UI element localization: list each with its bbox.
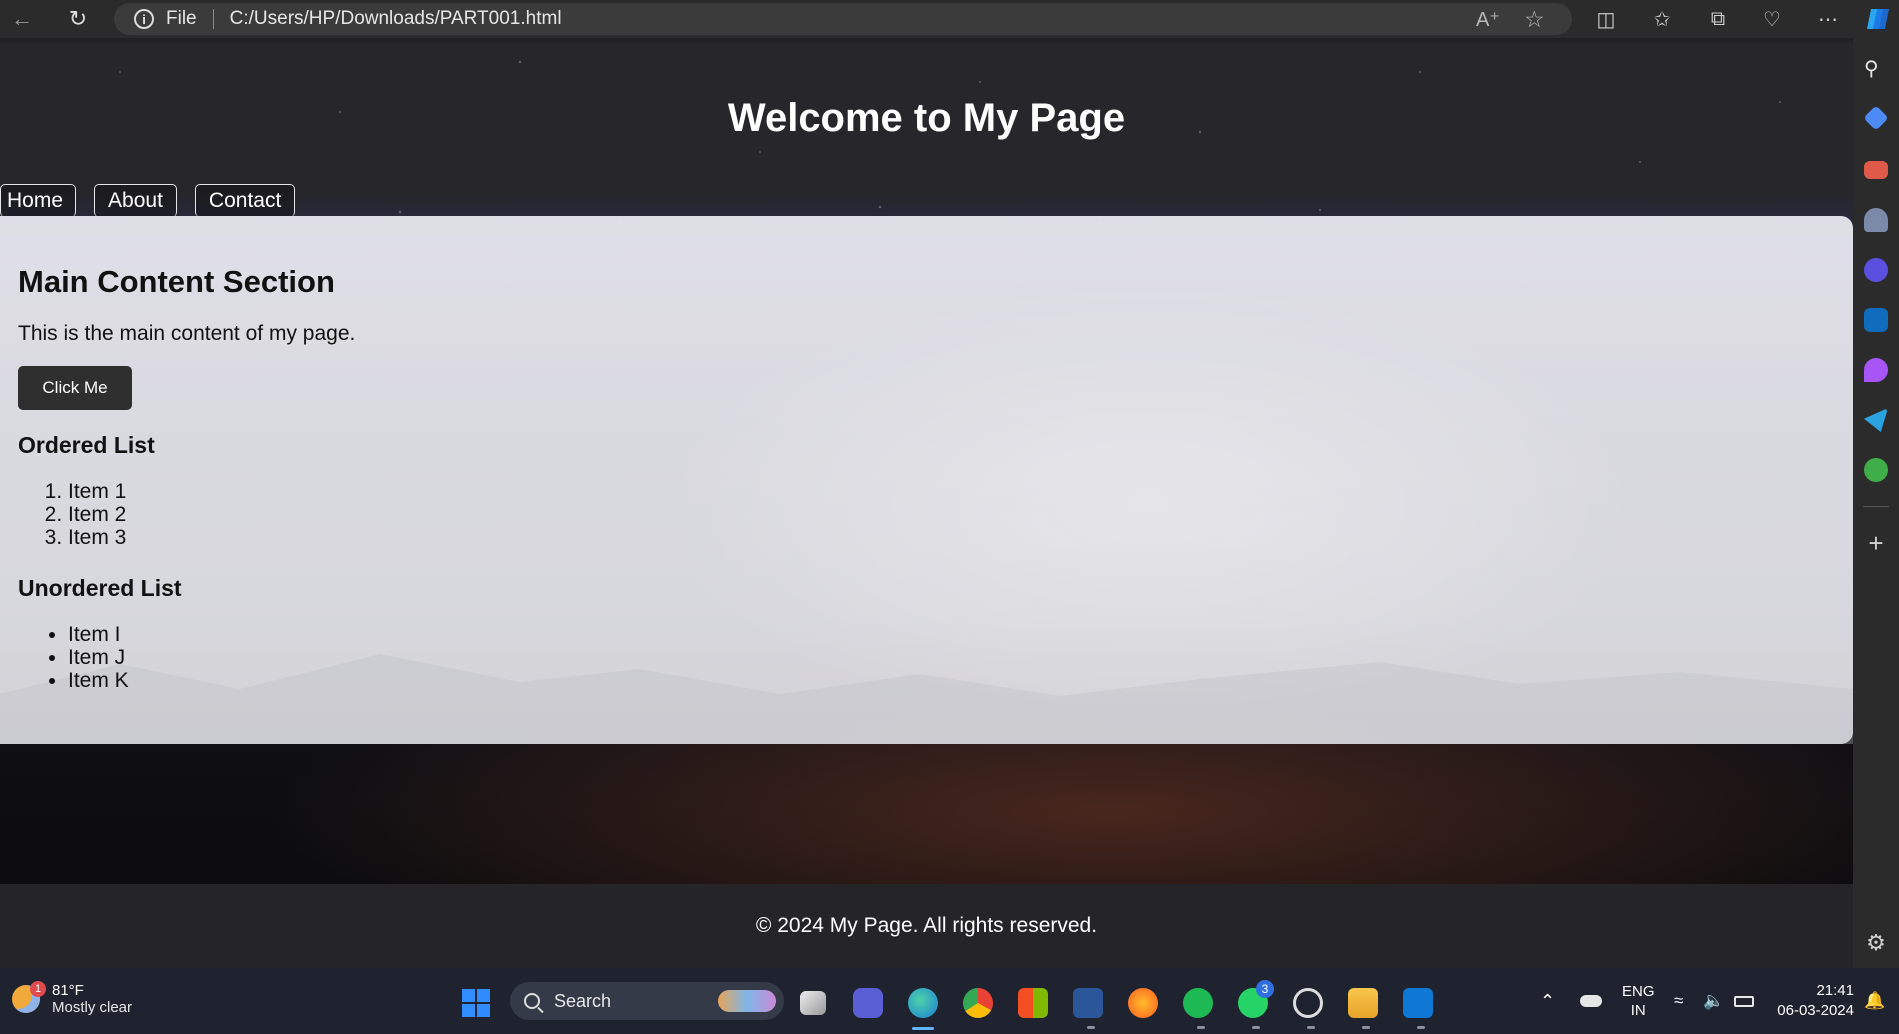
taskbar-search[interactable]: Search	[510, 982, 784, 1020]
protocol-label: File	[166, 8, 197, 29]
spotify-icon[interactable]	[1183, 988, 1213, 1018]
nav-link-about[interactable]: About	[94, 184, 177, 217]
read-aloud-icon[interactable]: A⁺	[1476, 7, 1500, 32]
copilot-icon[interactable]	[1858, 0, 1898, 38]
unordered-list-item: Item J	[68, 646, 129, 669]
mountain-silhouette	[0, 654, 1853, 744]
ordered-list-item: Item 3	[68, 526, 126, 549]
taskbar-search-label: Search	[554, 990, 612, 1011]
chess-icon[interactable]	[1864, 208, 1888, 232]
tag-icon[interactable]	[1863, 105, 1889, 131]
click-me-button[interactable]: Click Me	[18, 366, 132, 410]
main-content-section: Main Content Section This is the main co…	[0, 216, 1853, 744]
language-code: ENG	[1622, 983, 1655, 1000]
weather-badge: 1	[30, 981, 46, 997]
start-button[interactable]	[462, 989, 490, 1017]
whatsapp-badge: 3	[1256, 980, 1274, 998]
search-icon[interactable]: ⚲	[1864, 56, 1888, 80]
split-screen-icon[interactable]: ◫	[1586, 0, 1626, 38]
ordered-list-heading: Ordered List	[18, 432, 155, 458]
page-nav: Home About Contact	[0, 184, 313, 217]
file-explorer-icon[interactable]	[1348, 988, 1378, 1018]
weather-moon-icon: 1	[12, 981, 46, 1013]
whatsapp-running-indicator	[1252, 1026, 1260, 1029]
back-icon[interactable]: ←	[2, 0, 42, 38]
settings-icon[interactable]: ⚙	[1864, 930, 1888, 955]
info-icon[interactable]: i	[134, 9, 154, 29]
clock[interactable]: 21:41 06-03-2024	[1774, 968, 1854, 1034]
edge-icon[interactable]	[908, 988, 938, 1018]
language-indicator[interactable]: ENG IN	[1622, 968, 1655, 1034]
browser-essentials-icon[interactable]: ♡	[1752, 0, 1792, 38]
weather-temperature: 81°F	[52, 982, 84, 999]
edge-active-indicator	[912, 1027, 934, 1030]
task-view-icon[interactable]	[800, 991, 826, 1015]
edge-sidebar: ⚲ + ⚙	[1853, 38, 1899, 968]
main-heading: Main Content Section	[18, 264, 335, 299]
unordered-list-item: Item I	[68, 623, 129, 646]
collections-icon[interactable]: ⧉	[1698, 0, 1738, 38]
weather-widget[interactable]: 1 81°F Mostly clear	[12, 981, 133, 1016]
footer-text: © 2024 My Page. All rights reserved.	[755, 914, 1098, 937]
chrome-icon[interactable]	[963, 988, 993, 1018]
onedrive-icon[interactable]	[1580, 968, 1602, 1034]
ordered-list: Item 1 Item 2 Item 3	[68, 480, 126, 549]
sidebar-divider	[1863, 506, 1889, 507]
weather-description: Mostly clear	[52, 999, 133, 1016]
chevron-up-icon[interactable]: ⌃	[1540, 968, 1555, 1034]
battery-icon[interactable]	[1734, 968, 1754, 1034]
unordered-list: Item I Item J Item K	[68, 623, 129, 692]
teams-icon[interactable]	[853, 988, 883, 1018]
reload-icon[interactable]: ↻	[58, 0, 98, 38]
browser-toolbar: ← ↻ i File C:/Users/HP/Downloads/PART001…	[0, 0, 1899, 38]
outlook-new-icon[interactable]	[1403, 988, 1433, 1018]
address-separator	[212, 9, 214, 29]
url-text[interactable]: C:/Users/HP/Downloads/PART001.html	[230, 8, 562, 30]
chatgpt-running-indicator	[1307, 1026, 1315, 1029]
chatgpt-icon[interactable]	[1293, 988, 1323, 1018]
page-footer: © 2024 My Page. All rights reserved.	[0, 884, 1853, 968]
search-highlight-image	[718, 990, 776, 1012]
tree-icon[interactable]	[1864, 458, 1888, 482]
windows-taskbar: 1 81°F Mostly clear Search 3 ⌃ ENG IN ≈ …	[0, 968, 1899, 1034]
main-description: This is the main content of my page.	[18, 322, 356, 345]
spotify-running-indicator	[1197, 1026, 1205, 1029]
telegram-icon[interactable]	[1864, 408, 1888, 432]
clock-time: 21:41	[1816, 982, 1854, 999]
outlook-icon[interactable]	[1864, 308, 1888, 332]
favorites-icon[interactable]: ✩	[1642, 0, 1682, 38]
ordered-list-item: Item 2	[68, 503, 126, 526]
whatsapp-icon[interactable]: 3	[1238, 980, 1274, 1018]
word-icon[interactable]	[1073, 988, 1103, 1018]
unordered-list-heading: Unordered List	[18, 575, 182, 601]
word-running-indicator	[1087, 1026, 1095, 1029]
nav-link-home[interactable]: Home	[0, 184, 77, 217]
unordered-list-item: Item K	[68, 669, 129, 692]
clock-date: 06-03-2024	[1777, 1002, 1854, 1019]
page-title: Welcome to My Page	[727, 96, 1126, 140]
ordered-list-item: Item 1	[68, 480, 126, 503]
firefox-icon[interactable]	[1128, 988, 1158, 1018]
page-viewport: Welcome to My Page Home About Contact Ma…	[0, 42, 1853, 968]
drop-icon[interactable]	[1864, 358, 1888, 382]
region-code: IN	[1630, 1002, 1646, 1019]
wifi-icon[interactable]: ≈	[1674, 968, 1683, 1034]
volume-icon[interactable]: 🔈	[1703, 968, 1724, 1034]
notifications-icon[interactable]: 🔔	[1864, 968, 1885, 1034]
toolbox-icon[interactable]	[1864, 161, 1888, 179]
search-icon	[524, 993, 540, 1009]
favorite-star-icon[interactable]: ☆	[1524, 6, 1545, 33]
add-icon[interactable]: +	[1864, 530, 1888, 556]
address-bar[interactable]: i File C:/Users/HP/Downloads/PART001.htm…	[114, 3, 1572, 35]
nav-link-contact[interactable]: Contact	[194, 184, 296, 217]
outlook-running-indicator	[1417, 1026, 1425, 1029]
more-icon[interactable]: ⋯	[1808, 0, 1848, 38]
explorer-running-indicator	[1362, 1026, 1370, 1029]
copilot-designer-icon[interactable]	[1864, 258, 1888, 282]
microsoft-store-icon[interactable]	[1018, 988, 1048, 1018]
